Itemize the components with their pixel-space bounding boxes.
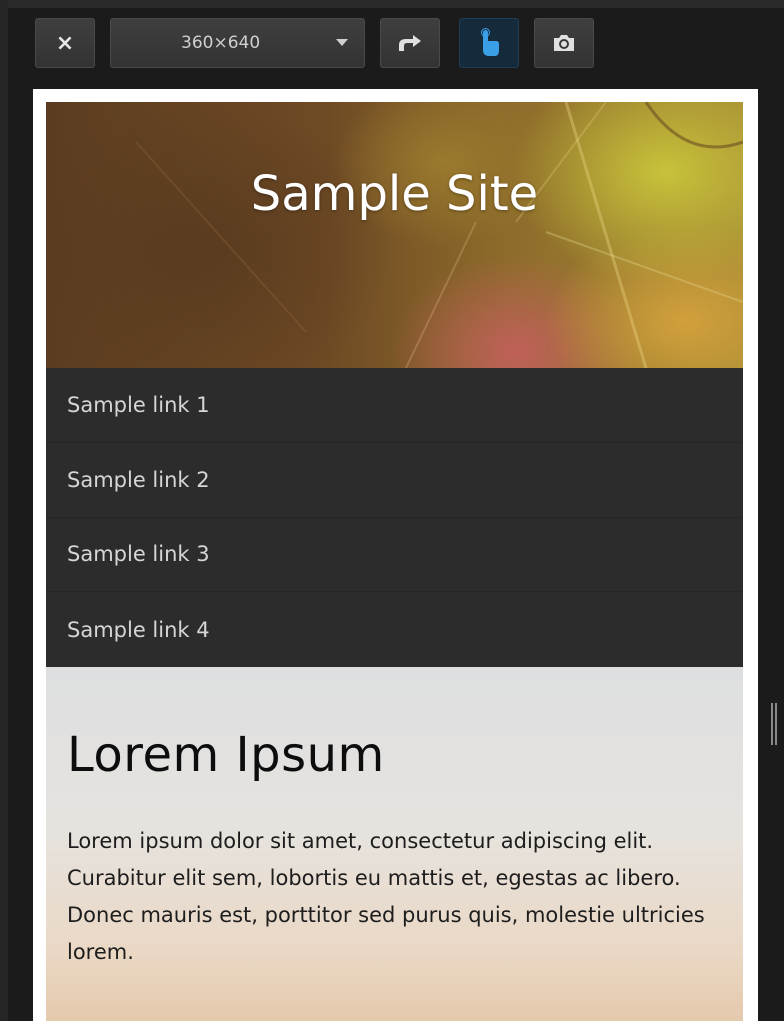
rotate-icon [399,35,421,51]
nav-link-3[interactable]: Sample link 3 [46,518,743,593]
site-nav: Sample link 1 Sample link 2 Sample link … [46,368,743,667]
top-strip [0,0,784,8]
nav-link-4[interactable]: Sample link 4 [46,592,743,667]
rotate-button[interactable] [380,18,440,68]
content-paragraph: Lorem ipsum dolor sit amet, consectetur … [67,829,705,964]
close-button[interactable]: × [35,18,95,68]
device-size-select[interactable]: 360×640 [110,18,365,68]
touch-icon [481,28,499,56]
content-heading: Lorem Ipsum [67,727,385,783]
chevron-down-icon [336,39,348,46]
left-strip [0,0,8,1021]
hero-banner: Sample Site [46,102,743,368]
nav-link-2[interactable]: Sample link 2 [46,443,743,518]
screenshot-button[interactable] [534,18,594,68]
resize-handle[interactable] [771,703,777,745]
site-title: Sample Site [250,166,539,222]
close-icon: × [55,30,75,56]
device-size-value: 360×640 [181,33,261,53]
leaf-veins [135,102,743,368]
site-page: Sample Site Sample link 1 Sample link 2 … [46,102,743,1021]
nav-link-1[interactable]: Sample link 1 [46,368,743,443]
touch-simulation-button[interactable] [459,18,519,68]
main-content: Lorem Ipsum Lorem ipsum dolor sit amet, … [46,667,743,1021]
device-viewport: Sample Site Sample link 1 Sample link 2 … [33,89,758,1021]
camera-icon [554,35,574,51]
